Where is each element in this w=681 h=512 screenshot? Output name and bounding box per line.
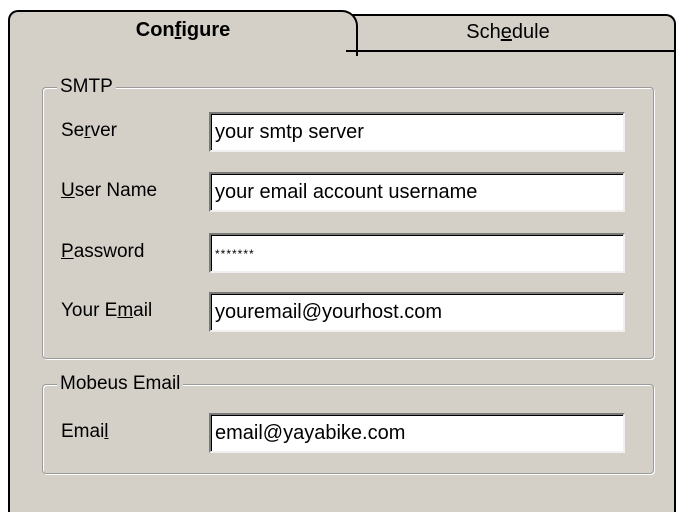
your-email-input[interactable] xyxy=(209,292,625,332)
tab-schedule-label: Schedule xyxy=(466,21,550,43)
password-row: Password xyxy=(43,233,653,273)
username-input[interactable] xyxy=(209,172,625,212)
mobeus-email-group-title: Mobeus Email xyxy=(57,372,184,396)
smtp-group-title: SMTP xyxy=(57,75,116,99)
password-input[interactable] xyxy=(209,233,625,273)
smtp-group: SMTP Server User Name Password Your Emai… xyxy=(42,75,654,359)
tab-divider xyxy=(346,50,676,52)
your-email-label: Your Email xyxy=(61,300,153,321)
password-label: Password xyxy=(61,241,145,262)
tab-configure-label: Configure xyxy=(135,19,231,41)
server-input[interactable] xyxy=(209,112,625,152)
mobeus-email-row: Email xyxy=(43,413,653,453)
server-row: Server xyxy=(43,112,653,152)
username-label: User Name xyxy=(61,180,158,201)
mobeus-email-group: Mobeus Email Email xyxy=(42,372,654,474)
tab-configure[interactable]: Configure xyxy=(8,10,358,56)
server-label: Server xyxy=(61,120,117,141)
dialog: Configure Schedule SMTP Server User Name… xyxy=(0,0,681,512)
tab-schedule[interactable]: Schedule xyxy=(340,14,676,50)
mobeus-email-label: Email xyxy=(61,421,109,442)
username-row: User Name xyxy=(43,172,653,212)
mobeus-email-input[interactable] xyxy=(209,413,625,453)
your-email-row: Your Email xyxy=(43,292,653,332)
